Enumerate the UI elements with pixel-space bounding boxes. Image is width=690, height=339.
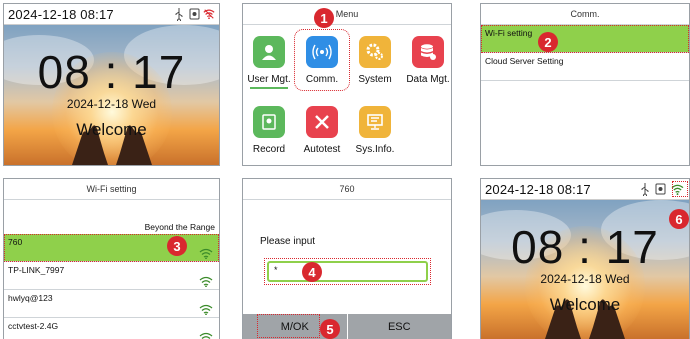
menu-label: Sys.Info. [355, 144, 395, 155]
step-badge-5: 5 [320, 319, 340, 339]
comm-item-wifi-setting[interactable]: Wi-Fi setting [481, 25, 689, 53]
input-prompt: Please input [260, 236, 316, 247]
menu-item-user-mgt[interactable]: User Mgt. [244, 36, 294, 89]
step-highlight-wifi-status [672, 181, 688, 197]
status-time: 2024-12-18 08:17 [485, 181, 591, 197]
step-badge-4: 4 [302, 262, 322, 282]
step-highlight-wifi-setting [481, 25, 689, 53]
step-badge-3: 3 [167, 236, 187, 256]
menu-title: Menu [243, 4, 451, 25]
network-name: hwlyq@123 [8, 293, 53, 303]
wallpaper: 08 : 17 2024-12-18 Wed Welcome [4, 25, 219, 165]
comm-title: Comm. [481, 4, 689, 25]
wifi-network-row[interactable]: TP-LINK_7997 [4, 262, 219, 290]
wifi-signal-icon [199, 332, 213, 339]
usb-icon [639, 182, 651, 196]
menu-item-autotest[interactable]: Autotest [297, 106, 347, 155]
range-note: Beyond the Range [144, 222, 215, 232]
step-badge-6: 6 [669, 209, 689, 229]
status-bar: 2024-12-18 08:17 [481, 179, 689, 200]
database-icon [412, 36, 444, 68]
home-screen-connected: 08 : 17 2024-12-18 Wed Welcome 2024-12-1… [480, 178, 690, 339]
network-name: TP-LINK_7997 [8, 265, 65, 275]
gears-icon [359, 36, 391, 68]
wallpaper: 08 : 17 2024-12-18 Wed Welcome [481, 200, 689, 339]
selection-underline [250, 87, 288, 89]
step-highlight-comm [294, 29, 350, 91]
menu-item-record[interactable]: Record [244, 106, 294, 155]
welcome-text: Welcome [76, 120, 147, 139]
step-highlight-input: * [264, 258, 431, 285]
home-screen: 08 : 17 2024-12-18 Wed Welcome 2024-12-1… [3, 3, 220, 166]
record-icon [253, 106, 285, 138]
menu-label: Autotest [303, 144, 341, 155]
wifi-title: Wi-Fi setting [4, 179, 219, 200]
esc-button[interactable]: ESC [348, 314, 452, 339]
menu-item-sys-info[interactable]: Sys.Info. [350, 106, 400, 155]
wifi-signal-icon [199, 276, 213, 287]
menu-item-system[interactable]: System [350, 36, 400, 85]
monitor-icon [359, 106, 391, 138]
menu-screen: Menu User Mgt. Comm. System Data Mgt. Re… [242, 3, 452, 166]
wifi-signal-icon [199, 304, 213, 315]
menu-item-data-mgt[interactable]: Data Mgt. [403, 36, 451, 85]
menu-label: Data Mgt. [406, 74, 450, 85]
step-badge-1: 1 [314, 8, 334, 28]
wifi-list-screen: Wi-Fi setting Beyond the Range 760 TP-LI… [3, 178, 220, 339]
comm-item-cloud-server[interactable]: Cloud Server Setting [481, 53, 689, 81]
wifi-network-row[interactable]: cctvtest-2.4G [4, 318, 219, 339]
password-title: 760 [243, 179, 451, 200]
password-input[interactable]: * [267, 261, 428, 282]
wifi-network-row[interactable]: hwlyq@123 [4, 290, 219, 318]
step-highlight-ok [257, 314, 320, 338]
status-bar: 2024-12-18 08:17 [4, 4, 219, 25]
menu-label: System [358, 74, 392, 85]
welcome-text: Welcome [549, 295, 621, 314]
big-clock: 08 : 17 [511, 221, 659, 273]
menu-label: Record [252, 144, 286, 155]
date-weekday: 2024-12-18 Wed [66, 97, 157, 111]
date-weekday: 2024-12-18 Wed [540, 272, 630, 286]
usb-icon [173, 7, 185, 21]
bell-icon [188, 7, 200, 21]
wifi-disconnected-icon [203, 7, 215, 21]
comm-screen: Comm. Wi-Fi setting Cloud Server Setting [480, 3, 690, 166]
status-time: 2024-12-18 08:17 [8, 6, 114, 22]
bell-icon [654, 182, 666, 196]
user-icon [253, 36, 285, 68]
network-name: cctvtest-2.4G [8, 321, 59, 331]
password-screen: 760 Please input * M/OK ESC [242, 178, 452, 339]
list-item-label: Cloud Server Setting [485, 56, 564, 66]
step-badge-2: 2 [538, 32, 558, 52]
big-clock: 08 : 17 [37, 46, 186, 98]
tools-icon [306, 106, 338, 138]
menu-label: User Mgt. [247, 74, 291, 85]
